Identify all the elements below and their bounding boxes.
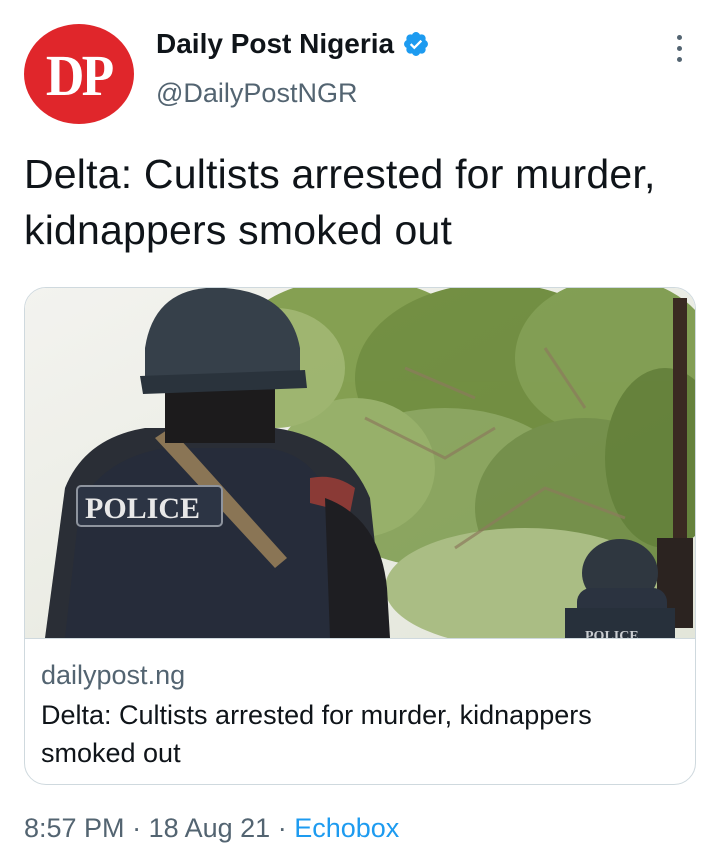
card-title: Delta: Cultists arrested for murder, kid… xyxy=(41,700,592,768)
more-dot xyxy=(676,56,682,62)
more-dot xyxy=(676,45,682,51)
avatar[interactable]: DP xyxy=(24,24,134,124)
svg-text:POLICE: POLICE xyxy=(585,629,639,638)
link-preview-card[interactable]: POLICE POLICE dailypost.ng Delta: Cultis… xyxy=(24,287,696,785)
display-name[interactable]: Daily Post Nigeria xyxy=(156,26,394,62)
meta-separator: · xyxy=(270,813,295,843)
author-name-row: Daily Post Nigeria xyxy=(156,26,430,62)
avatar-logo-text: DP xyxy=(46,42,114,108)
more-dot xyxy=(676,34,682,40)
more-options-icon[interactable] xyxy=(664,28,694,68)
tweet-source[interactable]: Echobox xyxy=(294,813,399,843)
police-label: POLICE xyxy=(85,492,200,525)
meta-separator: · xyxy=(124,813,149,843)
tweet-date[interactable]: 18 Aug 21 xyxy=(149,813,271,843)
tweet-time[interactable]: 8:57 PM xyxy=(24,813,125,843)
verified-badge-icon xyxy=(402,30,430,58)
card-domain: dailypost.ng xyxy=(41,660,186,690)
user-handle[interactable]: @DailyPostNGR xyxy=(156,76,357,110)
tweet-text: Delta: Cultists arrested for murder, kid… xyxy=(24,151,656,253)
card-image[interactable]: POLICE POLICE xyxy=(25,288,695,639)
tweet-meta: 8:57 PM · 18 Aug 21 · Echobox xyxy=(24,810,399,846)
